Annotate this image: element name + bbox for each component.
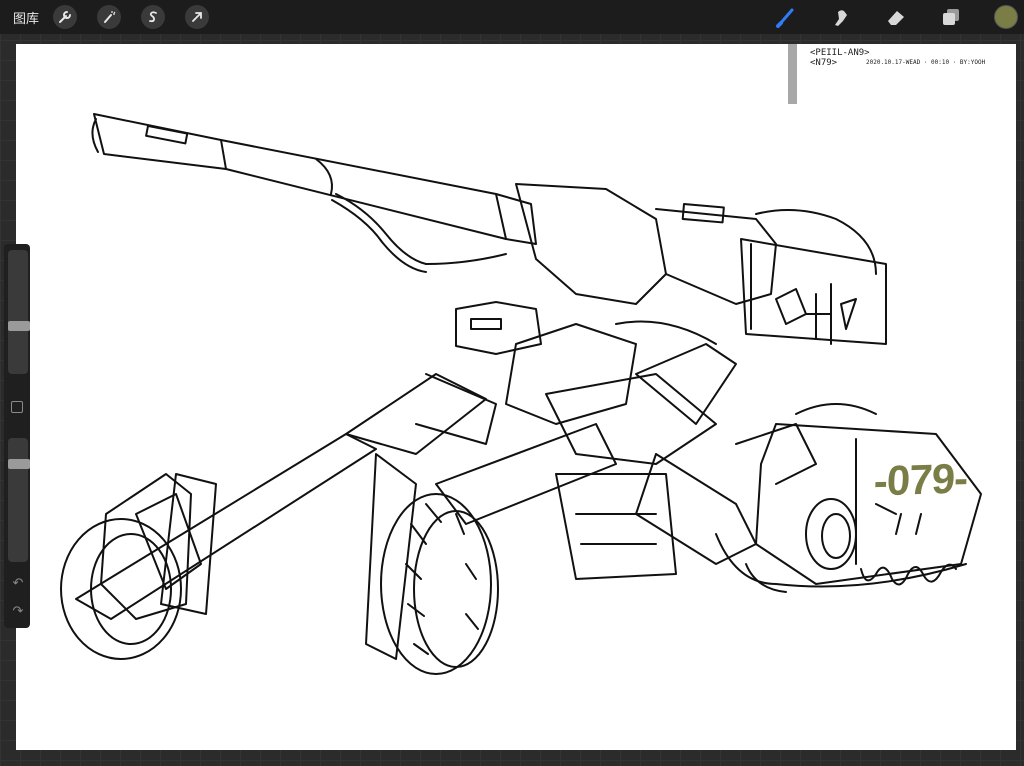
selection-button[interactable] — [141, 5, 166, 29]
eraser-icon — [888, 11, 904, 25]
color-picker[interactable] — [994, 5, 1018, 29]
layers-tool[interactable] — [939, 5, 963, 29]
selection-s-icon — [149, 11, 157, 23]
brush-icon — [776, 8, 794, 28]
gallery-button[interactable]: 图库 — [13, 8, 39, 27]
actions-button[interactable] — [53, 5, 78, 29]
brush-tool[interactable] — [774, 5, 798, 29]
smudge-finger-icon — [835, 10, 847, 26]
opacity-handle[interactable] — [8, 458, 30, 469]
top-toolbar: 图库 — [0, 0, 1024, 34]
magic-wand-icon — [104, 11, 116, 23]
opacity-slider[interactable] — [8, 438, 30, 562]
transform-button[interactable] — [185, 5, 210, 29]
redo-button[interactable]: ↷ — [10, 604, 26, 620]
layers-icon — [943, 9, 959, 25]
tank-sketch — [60, 113, 982, 675]
eraser-tool[interactable] — [884, 5, 908, 29]
undo-button[interactable]: ↶ — [10, 576, 26, 592]
wrench-icon — [59, 11, 72, 23]
left-sidebar: ↶ ↷ — [4, 244, 30, 628]
brush-size-handle[interactable] — [8, 320, 30, 331]
brush-size-slider[interactable] — [8, 250, 30, 374]
redo-icon: ↷ — [12, 604, 24, 619]
arrow-cursor-icon — [192, 12, 202, 22]
undo-icon: ↶ — [12, 576, 24, 591]
smudge-tool[interactable] — [829, 5, 853, 29]
modify-button[interactable] — [11, 401, 23, 413]
vehicle-number-paint: -079- — [873, 454, 968, 505]
drawing-canvas[interactable]: <PEIIL-AN9> <N79> 2020.10.17-WEAD · 00:1… — [16, 44, 1016, 750]
right-tool-group — [774, 0, 1024, 34]
adjustments-button[interactable] — [97, 5, 122, 29]
